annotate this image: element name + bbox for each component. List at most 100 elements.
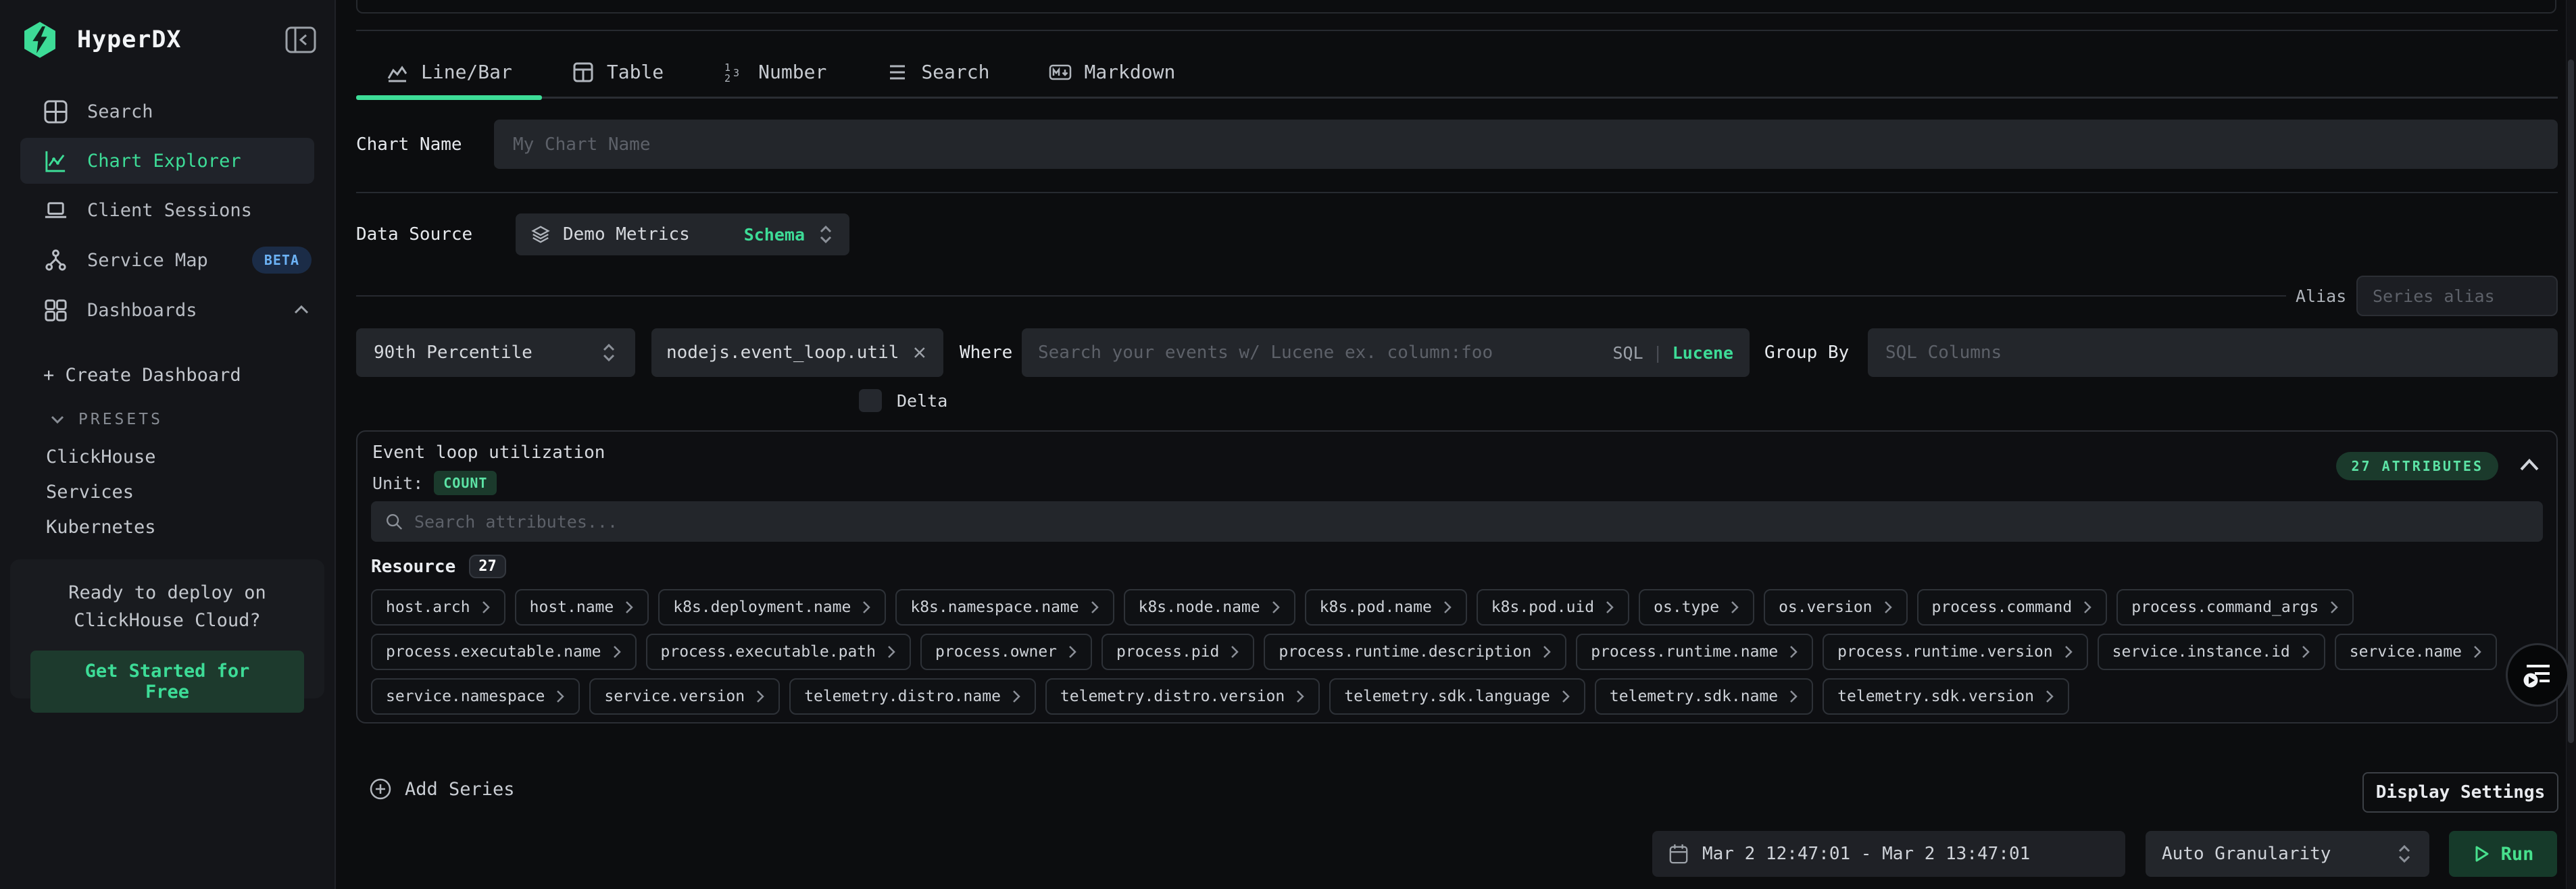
delta-checkbox[interactable]: [859, 389, 882, 412]
attribute-search-field: [371, 501, 2543, 542]
attribute-chip[interactable]: process.runtime.name: [1576, 634, 1813, 670]
sidebar-item-client-sessions[interactable]: Client Sessions: [0, 186, 335, 234]
preset-item[interactable]: Kubernetes: [46, 509, 321, 544]
sidebar-item-search[interactable]: Search: [0, 88, 335, 135]
collapse-sidebar-icon[interactable]: [284, 25, 317, 55]
chevron-right-icon: [624, 600, 634, 615]
chart-name-label: Chart Name: [356, 120, 462, 169]
tab-table[interactable]: Table: [542, 47, 693, 97]
granularity-select[interactable]: Auto Granularity: [2146, 831, 2429, 877]
chevron-right-icon: [2064, 644, 2073, 659]
clickhouse-cloud-promo: Ready to deploy on ClickHouse Cloud? Get…: [10, 559, 324, 698]
run-label: Run: [2501, 844, 2534, 865]
attribute-chip[interactable]: telemetry.sdk.version: [1823, 678, 2069, 715]
attribute-chip[interactable]: os.version: [1764, 589, 1907, 626]
preset-list: ClickHouse Services Kubernetes: [46, 439, 321, 544]
tab-line-bar[interactable]: Line/Bar: [356, 47, 542, 97]
chevron-right-icon: [1789, 644, 1798, 659]
add-series-label: Add Series: [405, 779, 515, 800]
attribute-chip[interactable]: k8s.deployment.name: [658, 589, 886, 626]
chevron-right-icon: [1230, 644, 1239, 659]
granularity-value: Auto Granularity: [2162, 844, 2331, 864]
main-content: Line/Bar Table 123 Number Search Markdow…: [337, 0, 2566, 889]
metric-title: Event loop utilization: [372, 442, 605, 463]
chevron-up-icon: [291, 300, 312, 320]
sidebar-item-label: Dashboards: [87, 300, 197, 321]
attribute-chip[interactable]: telemetry.distro.version: [1045, 678, 1320, 715]
run-button[interactable]: Run: [2449, 831, 2557, 877]
attribute-chip[interactable]: host.name: [515, 589, 649, 626]
tab-label: Number: [758, 61, 826, 83]
preset-item[interactable]: Services: [46, 474, 321, 509]
area-chart-icon: [386, 61, 409, 84]
aggregation-select[interactable]: 90th Percentile: [356, 328, 635, 377]
schema-link[interactable]: Schema: [744, 225, 805, 245]
get-started-button[interactable]: Get Started for Free: [30, 651, 304, 713]
attribute-chip[interactable]: service.name: [2335, 634, 2497, 670]
search-icon: [385, 512, 403, 531]
attributes-count-badge: 27 ATTRIBUTES: [2336, 452, 2498, 480]
tab-number[interactable]: 123 Number: [693, 47, 856, 97]
attribute-chip[interactable]: process.owner: [920, 634, 1092, 670]
chevron-right-icon: [1789, 689, 1798, 704]
attribute-chip[interactable]: k8s.node.name: [1124, 589, 1295, 626]
chart-name-input[interactable]: [513, 134, 2539, 155]
delta-label: Delta: [897, 391, 947, 411]
display-settings-button[interactable]: Display Settings: [2362, 772, 2558, 813]
attribute-chip[interactable]: k8s.namespace.name: [895, 589, 1114, 626]
create-dashboard-button[interactable]: + Create Dashboard: [43, 365, 241, 386]
attribute-chip[interactable]: telemetry.sdk.language: [1329, 678, 1585, 715]
chevron-right-icon: [2301, 644, 2310, 659]
attribute-search-input[interactable]: [414, 512, 2529, 532]
data-source-select[interactable]: Demo Metrics Schema: [516, 213, 849, 255]
preset-item[interactable]: ClickHouse: [46, 439, 321, 474]
attribute-chip[interactable]: process.command_args: [2116, 589, 2354, 626]
attribute-chip[interactable]: process.pid: [1101, 634, 1254, 670]
attribute-chip[interactable]: telemetry.distro.name: [789, 678, 1036, 715]
chevron-right-icon: [1561, 689, 1570, 704]
resource-count-badge: 27: [469, 555, 506, 578]
attribute-chip-row: service.namespace service.version teleme…: [371, 678, 2546, 715]
attribute-chip[interactable]: process.executable.path: [646, 634, 912, 670]
toggle-divider: |: [1653, 343, 1663, 363]
attribute-chip[interactable]: k8s.pod.uid: [1477, 589, 1629, 626]
sql-toggle[interactable]: SQL: [1612, 343, 1643, 363]
alias-field: [2356, 276, 2558, 316]
tab-markdown[interactable]: Markdown: [1019, 47, 1205, 97]
add-series-button[interactable]: Add Series: [368, 777, 515, 801]
play-icon: [2473, 844, 2490, 863]
attribute-chips: host.arch host.name k8s.deployment.name …: [371, 589, 2546, 723]
attribute-chip[interactable]: host.arch: [371, 589, 505, 626]
attribute-chip[interactable]: os.type: [1639, 589, 1754, 626]
resource-group-header: Resource 27: [371, 555, 506, 578]
chevron-up-icon[interactable]: [2519, 456, 2540, 474]
attribute-chip[interactable]: service.version: [589, 678, 780, 715]
attribute-chip[interactable]: process.command: [1917, 589, 2108, 626]
where-search-input[interactable]: [1038, 342, 1602, 363]
lucene-toggle[interactable]: Lucene: [1673, 343, 1733, 363]
close-icon[interactable]: [911, 344, 928, 361]
attribute-chip[interactable]: process.runtime.version: [1823, 634, 2088, 670]
alias-input[interactable]: [2373, 286, 2542, 306]
time-range-picker[interactable]: Mar 2 12:47:01 - Mar 2 13:47:01: [1652, 831, 2125, 877]
presets-section-toggle[interactable]: PRESETS: [49, 411, 163, 428]
chevron-updown-icon: [600, 341, 618, 364]
sidebar-item-label: Service Map: [87, 250, 208, 271]
metric-chip[interactable]: nodejs.event_loop.util: [651, 328, 943, 377]
attribute-chip-row: process.executable.name process.executab…: [371, 634, 2546, 670]
attribute-chip[interactable]: service.namespace: [371, 678, 580, 715]
attribute-chip[interactable]: k8s.pod.name: [1305, 589, 1467, 626]
sidebar-item-service-map[interactable]: Service Map BETA: [0, 236, 335, 284]
scrollbar-thumb[interactable]: [2568, 59, 2574, 743]
attribute-chip[interactable]: process.runtime.description: [1264, 634, 1566, 670]
sidebar-item-chart-explorer[interactable]: Chart Explorer: [20, 138, 314, 184]
tab-search[interactable]: Search: [856, 47, 1019, 97]
chart-options-fab[interactable]: [2506, 643, 2569, 707]
attribute-chip[interactable]: service.instance.id: [2098, 634, 2325, 670]
attribute-chip[interactable]: telemetry.sdk.name: [1595, 678, 1813, 715]
attribute-chip[interactable]: process.executable.name: [371, 634, 637, 670]
divider: [356, 30, 2558, 31]
sidebar-item-dashboards[interactable]: Dashboards: [0, 286, 335, 334]
number-123-icon: 123: [723, 61, 746, 84]
group-by-input[interactable]: [1885, 342, 2540, 363]
